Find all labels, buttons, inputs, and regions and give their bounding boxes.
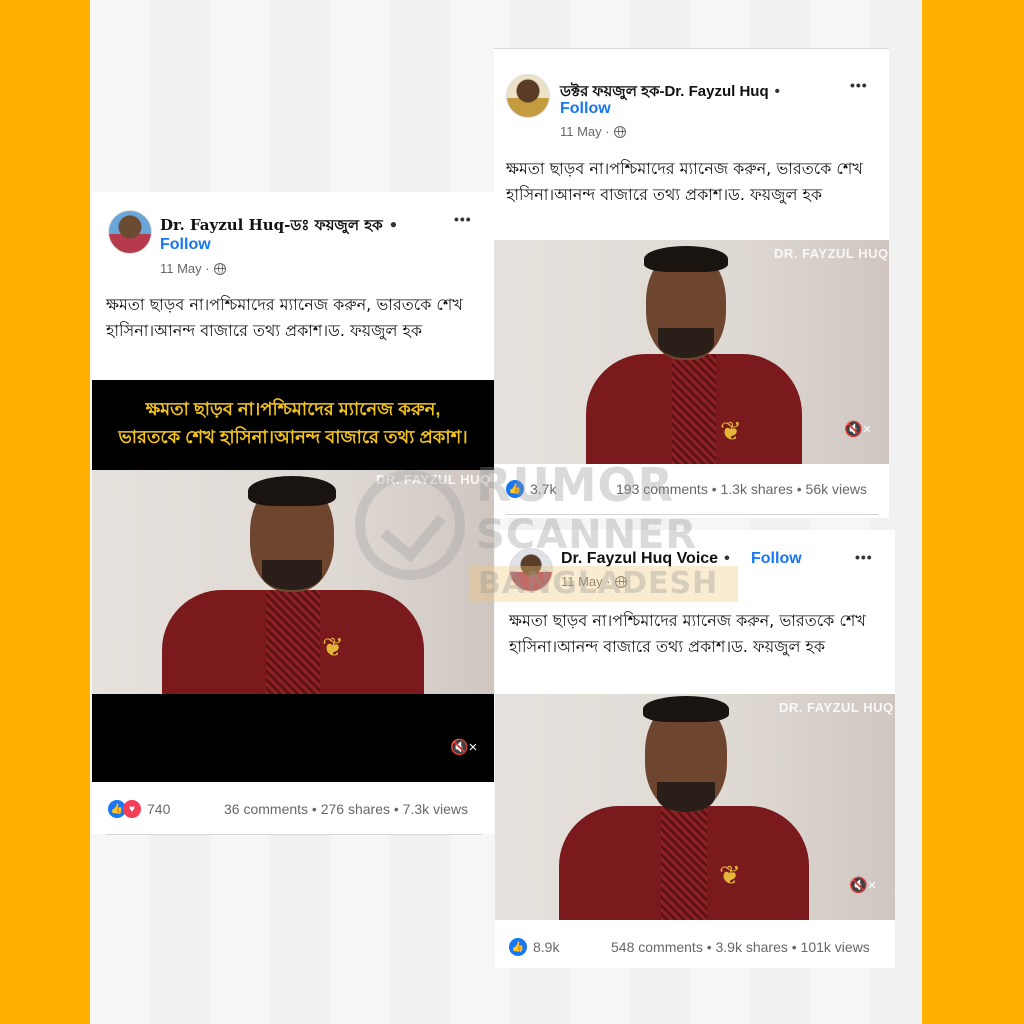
speaker-shirt: ❦ [162, 590, 424, 694]
follow-button[interactable]: Follow [751, 550, 802, 568]
speaker-hair [248, 476, 336, 506]
reactions-summary[interactable]: 👍 ♥ 740 [108, 800, 170, 818]
speaker-shirt: ❦ [586, 354, 802, 464]
speaker-hair [644, 246, 728, 272]
engagement-stats[interactable]: 36 comments • 276 shares • 7.3k views [224, 801, 468, 817]
engagement-stats[interactable]: 548 comments • 3.9k shares • 101k views [611, 939, 870, 955]
video-overlay-line-2: ভারতকে শেখ হাসিনা।আনন্দ বাজারে তথ্য প্রক… [118, 427, 468, 447]
follow-button[interactable]: Follow [160, 236, 211, 254]
more-options-icon[interactable]: ••• [855, 550, 873, 564]
post-2-top-divider [494, 48, 889, 49]
shirt-embroidery [661, 806, 707, 920]
wheat-emblem-icon: ❦ [720, 416, 742, 446]
facebook-post-2: ডক্টর ফয়জুল হক-Dr. Fayzul Huq • Follow 1… [494, 48, 889, 518]
rumor-scanner-logo-icon [355, 470, 465, 580]
mute-icon[interactable]: 🔇× [849, 876, 876, 894]
more-options-icon[interactable]: ••• [850, 78, 868, 92]
globe-icon [613, 125, 626, 138]
post-video[interactable]: ❦ DR. FAYZUL HUQ 🔇× [495, 694, 895, 920]
brand-watermark-line-1: RUMOR [476, 458, 675, 512]
follow-button[interactable]: Follow [560, 100, 611, 118]
speaker-hair [643, 696, 729, 722]
speaker-beard [658, 328, 714, 358]
post-1-bottom-divider [106, 834, 482, 835]
post-caption: ক্ষমতা ছাড়ব না।পশ্চিমাদের ম্যানেজ করুন,… [106, 295, 463, 340]
post-video[interactable]: ❦ DR. FAYZUL HUQ 🔇× [494, 240, 889, 464]
like-reaction-icon: 👍 [509, 938, 527, 956]
speaker-shirt: ❦ [559, 806, 809, 920]
post-caption: ক্ষমতা ছাড়ব না।পশ্চিমাদের ম্যানেজ করুন,… [506, 159, 863, 204]
love-reaction-icon: ♥ [123, 800, 141, 818]
post-video[interactable]: ক্ষমতা ছাড়ব না।পশ্চিমাদের ম্যানেজ করুন,… [92, 380, 494, 782]
video-overlay-line-1: ক্ষমতা ছাড়ব না।পশ্চিমাদের ম্যানেজ করুন, [145, 399, 441, 419]
wheat-emblem-icon: ❦ [719, 860, 741, 890]
reactions-summary[interactable]: 👍 8.9k [509, 938, 559, 956]
speaker-beard [657, 782, 715, 812]
wheat-emblem-icon: ❦ [322, 632, 344, 662]
post-date[interactable]: 11 May · [560, 124, 626, 139]
mute-icon[interactable]: 🔇× [844, 420, 871, 438]
author-avatar[interactable] [506, 74, 550, 118]
author-avatar[interactable] [108, 210, 152, 254]
video-watermark: DR. FAYZUL HUQ [779, 700, 894, 715]
video-bottom-band [92, 694, 494, 782]
post-caption: ক্ষমতা ছাড়ব না।পশ্চিমাদের ম্যানেজ করুন,… [509, 611, 866, 656]
more-options-icon[interactable]: ••• [454, 212, 472, 226]
shirt-embroidery [266, 590, 320, 694]
speaker-beard [262, 560, 322, 590]
brand-watermark-line-3: BANGLADESH [478, 566, 719, 601]
brand-watermark-line-2: SCANNER [476, 512, 698, 558]
globe-icon [213, 262, 226, 275]
shirt-embroidery [672, 354, 716, 464]
post-date[interactable]: 11 May · [160, 261, 226, 276]
mute-icon[interactable]: 🔇× [450, 738, 477, 756]
video-watermark: DR. FAYZUL HUQ [774, 246, 889, 261]
